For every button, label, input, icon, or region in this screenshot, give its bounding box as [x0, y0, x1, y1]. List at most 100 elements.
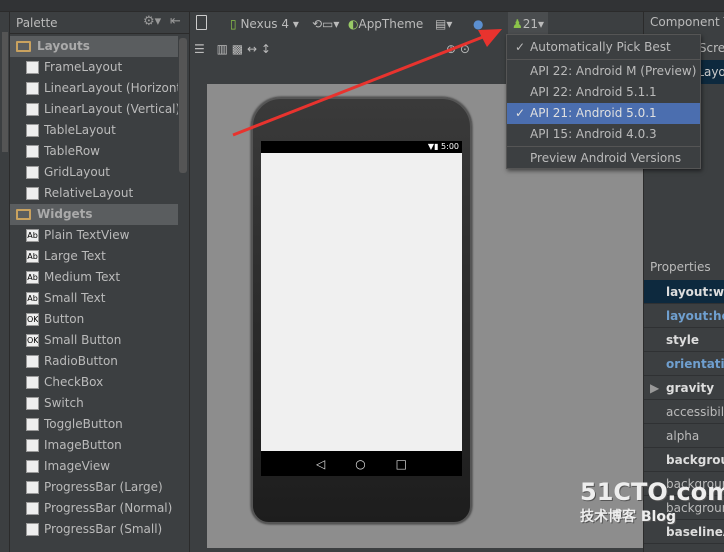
locale-selector[interactable]: ● — [473, 12, 483, 36]
palette-item[interactable]: GridLayout — [10, 162, 178, 183]
palette-item-label: Switch — [44, 396, 84, 410]
ok-button-icon: OK — [26, 313, 39, 326]
palette-item-label: TableRow — [44, 144, 100, 158]
palette-item-label: FrameLayout — [44, 60, 123, 74]
property-row[interactable]: alpha — [644, 424, 724, 448]
property-row[interactable]: layout:width — [644, 280, 724, 304]
api-menu-item[interactable]: API 15: Android 4.0.3 — [507, 124, 700, 145]
palette-item[interactable]: LinearLayout (Vertical) — [10, 99, 178, 120]
palette-scrollbar[interactable] — [179, 38, 187, 173]
horizontal-layout-icon[interactable]: ▥ — [217, 42, 228, 56]
ab-icon: Ab — [26, 250, 39, 263]
api-menu-item[interactable]: ✓ API 21: Android 5.0.1 — [507, 103, 700, 124]
globe-icon: ● — [473, 17, 484, 31]
fill-width-icon[interactable]: ↔ — [247, 42, 257, 56]
property-row[interactable]: background — [644, 448, 724, 472]
palette-item[interactable]: ImageButton — [10, 435, 178, 456]
image-button-icon — [26, 439, 39, 452]
palette-item[interactable]: ProgressBar (Large) — [10, 477, 178, 498]
palette-item-label: Small Button — [44, 333, 122, 347]
api-menu-item[interactable]: ✓ Automatically Pick Best — [507, 37, 700, 58]
zoom-actual-icon[interactable]: ⊙ — [460, 42, 470, 56]
palette-item-label: ProgressBar (Normal) — [44, 501, 173, 515]
fill-height-icon[interactable]: ↕ — [261, 42, 271, 56]
palette-item[interactable]: CheckBox — [10, 372, 178, 393]
checkbox-icon — [26, 376, 39, 389]
android-icon: ♟ — [512, 17, 523, 31]
palette-item[interactable]: ProgressBar (Normal) — [10, 498, 178, 519]
palette-item[interactable]: ImageView — [10, 456, 178, 477]
palette-item-label: Medium Text — [44, 270, 121, 284]
property-row[interactable]: layout:height — [644, 304, 724, 328]
palette-item[interactable]: Switch — [10, 393, 178, 414]
property-label: style — [666, 333, 699, 347]
device-selector[interactable]: ▯ Nexus 4 ▾ — [230, 12, 299, 36]
palette-item-label: Button — [44, 312, 85, 326]
api-level-menu: ✓ Automatically Pick Best API 22: Android … — [506, 34, 701, 169]
palette-item-label: ImageButton — [44, 438, 122, 452]
theme-selector[interactable]: ◐AppTheme — [348, 12, 423, 36]
zoom-tools: ⊕ ⊙ — [446, 37, 470, 61]
palette-item[interactable]: Ab Medium Text — [10, 267, 178, 288]
palette-item[interactable]: Ab Plain TextView — [10, 225, 178, 246]
palette-item-label: RelativeLayout — [44, 186, 134, 200]
palette-item[interactable]: RelativeLayout — [10, 183, 178, 204]
palette-item[interactable]: Ab Small Text — [10, 288, 178, 309]
palette-item[interactable]: OK Button — [10, 309, 178, 330]
property-row[interactable]: style — [644, 328, 724, 352]
menu-separator — [507, 59, 700, 60]
palette-item[interactable]: ToggleButton — [10, 414, 178, 435]
phone-screen[interactable] — [261, 153, 462, 451]
device-config-icon[interactable] — [196, 15, 207, 30]
activity-selector[interactable]: ▤▾ — [435, 12, 452, 36]
gear-icon[interactable]: ⚙▾ — [143, 14, 161, 29]
property-label: layout:height — [666, 309, 724, 323]
expand-icon[interactable]: ▶ — [650, 376, 659, 399]
check-icon: ✓ — [515, 40, 526, 54]
vertical-layout-icon[interactable]: ☰ — [194, 42, 205, 56]
section-label: Layouts — [37, 39, 90, 53]
property-label: accessibilityLiveRegion — [666, 405, 724, 419]
rotate-icon: ⟲▭ — [312, 17, 334, 31]
property-row[interactable]: orientation — [644, 352, 724, 376]
progress-icon — [26, 502, 39, 515]
palette-item[interactable]: TableLayout — [10, 120, 178, 141]
watermark-logo: 51CTO.com 技术博客 Blog — [580, 478, 724, 525]
palette-item-label: ProgressBar (Large) — [44, 480, 163, 494]
palette-tool-button[interactable] — [2, 32, 8, 152]
check-icon: ✓ — [515, 106, 526, 120]
remove-weights-icon[interactable]: ▩ — [232, 42, 243, 56]
api-level-label: 21 — [522, 17, 539, 31]
recents-icon: □ — [395, 456, 407, 471]
palette-item-label: Plain TextView — [44, 228, 130, 242]
palette-header: Palette ⚙▾ ⇤ — [10, 12, 189, 34]
orientation-button[interactable]: ⟲▭▾ — [312, 12, 339, 36]
ab-icon: Ab — [26, 271, 39, 284]
zoom-fit-icon[interactable]: ⊕ — [446, 42, 456, 56]
palette-item[interactable]: RadioButton — [10, 351, 178, 372]
property-row[interactable]: ▶ gravity — [644, 376, 724, 400]
api-menu-item[interactable]: Preview Android Versions — [507, 148, 700, 169]
api-level-selector[interactable]: ♟21▾ — [508, 12, 549, 36]
frame-layout-icon — [26, 61, 39, 74]
property-label: gravity — [666, 381, 715, 395]
collapse-panel-icon[interactable]: ⇤ — [170, 14, 181, 29]
layout-toolbar: ☰ ▥ ▩ ↔ ↕ — [194, 37, 271, 61]
theme-label: AppTheme — [358, 17, 424, 31]
ab-icon: Ab — [26, 229, 39, 242]
palette-item[interactable]: OK Small Button — [10, 330, 178, 351]
linear-vertical-icon — [26, 103, 39, 116]
palette-section-widgets[interactable]: Widgets — [10, 204, 178, 225]
property-row[interactable]: accessibilityLiveRegion — [644, 400, 724, 424]
palette-item[interactable]: TableRow — [10, 141, 178, 162]
palette-item[interactable]: ProgressBar (Small) — [10, 519, 178, 540]
api-menu-item[interactable]: API 22: Android M (Preview) — [507, 61, 700, 82]
palette-item[interactable]: LinearLayout (Horizontal) — [10, 78, 178, 99]
menu-item-label: API 15: Android 4.0.3 — [530, 127, 657, 141]
menu-separator — [507, 146, 700, 147]
palette-item[interactable]: FrameLayout — [10, 57, 178, 78]
palette-item[interactable]: Ab Large Text — [10, 246, 178, 267]
ab-icon: Ab — [26, 292, 39, 305]
api-menu-item[interactable]: API 22: Android 5.1.1 — [507, 82, 700, 103]
palette-section-layouts[interactable]: Layouts — [10, 36, 178, 57]
